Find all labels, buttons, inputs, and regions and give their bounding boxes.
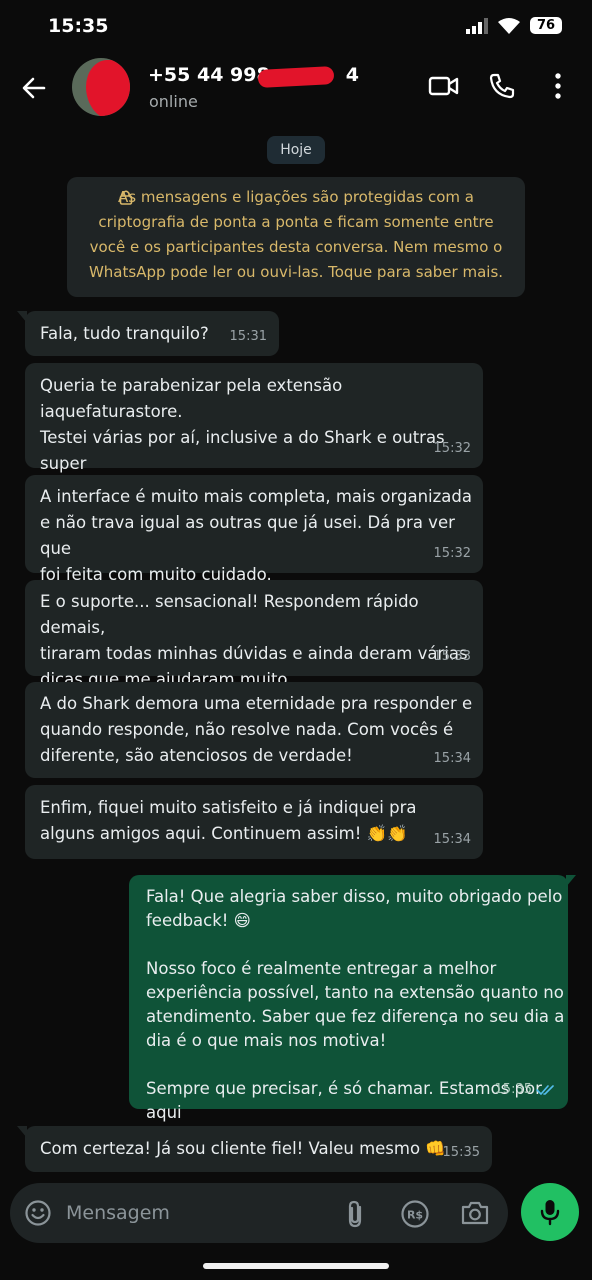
message-composer: R$ [10, 1183, 508, 1243]
video-call-icon[interactable] [428, 72, 460, 100]
message-time: 15:32 [433, 546, 471, 561]
lock-icon [119, 190, 133, 205]
message-text: Fala, tudo tranquilo? [40, 324, 209, 343]
bubble-tail [17, 1126, 27, 1138]
emoji-icon[interactable] [24, 1199, 52, 1227]
message-bubble[interactable]: A do Shark demora uma eternidade pra res… [25, 682, 483, 778]
message-bubble[interactable]: Fala, tudo tranquilo? 15:31 [17, 311, 279, 356]
message-bubble[interactable]: Fala! Que alegria saber disso, muito obr… [129, 875, 576, 1146]
message-bubble[interactable]: A interface é muito mais completa, mais … [25, 475, 483, 584]
payment-icon[interactable]: R$ [400, 1199, 430, 1229]
chat-header: +55 44 998 4 online [0, 46, 592, 128]
message-text: A interface é muito mais completa, mais … [40, 487, 472, 584]
message-bubble[interactable]: E o suporte... sensacional! Respondem rá… [25, 580, 483, 689]
contact-status: online [149, 92, 198, 111]
date-chip: Hoje [267, 136, 325, 164]
avatar-redaction [86, 60, 130, 116]
camera-icon[interactable] [460, 1199, 490, 1227]
message-input[interactable] [66, 1197, 306, 1229]
double-check-icon [536, 1085, 554, 1095]
message-text: Fala! Que alegria saber disso, muito obr… [146, 887, 565, 1146]
message-time: 15:33 [433, 649, 471, 664]
message-time: 15:34 [433, 832, 471, 847]
message-text: E o suporte... sensacional! Respondem rá… [40, 592, 468, 689]
back-arrow-icon[interactable] [20, 74, 48, 102]
status-icons: 76 [466, 17, 562, 34]
signal-icon [466, 17, 488, 34]
status-time: 15:35 [48, 15, 109, 37]
message-time-label: 15:35 [494, 1082, 532, 1097]
message-time: 15:34 [433, 751, 471, 766]
contact-name-suffix: 4 [345, 64, 359, 86]
avatar[interactable] [72, 58, 130, 116]
message-text: Enfim, fiquei muito satisfeito e já indi… [40, 798, 417, 843]
encryption-notice[interactable]: As mensagens e ligações são protegidas c… [67, 177, 525, 297]
mic-icon [540, 1200, 560, 1226]
battery-indicator: 76 [530, 17, 562, 34]
more-icon[interactable] [550, 72, 566, 100]
home-indicator[interactable] [203, 1263, 389, 1269]
message-time: 15:35 [442, 1145, 480, 1160]
message-bubble[interactable]: Com certeza! Já sou cliente fiel! Valeu … [17, 1126, 492, 1172]
message-bubble[interactable]: Enfim, fiquei muito satisfeito e já indi… [25, 785, 483, 859]
svg-text:R$: R$ [407, 1209, 423, 1222]
phone-icon[interactable] [488, 72, 516, 100]
message-text: Com certeza! Já sou cliente fiel! Valeu … [40, 1139, 446, 1158]
mic-button[interactable] [521, 1183, 579, 1241]
message-time: 15:35 [495, 1077, 556, 1103]
wifi-icon [498, 17, 520, 34]
bubble-tail [17, 311, 27, 323]
encryption-notice-text: As mensagens e ligações são protegidas c… [88, 188, 504, 281]
message-time: 15:32 [433, 441, 471, 456]
attach-icon[interactable] [344, 1199, 368, 1229]
message-text: A do Shark demora uma eternidade pra res… [40, 694, 473, 765]
message-time: 15:31 [229, 329, 267, 344]
message-bubble[interactable]: Queria te parabenizar pela extensão iaqu… [25, 363, 483, 499]
